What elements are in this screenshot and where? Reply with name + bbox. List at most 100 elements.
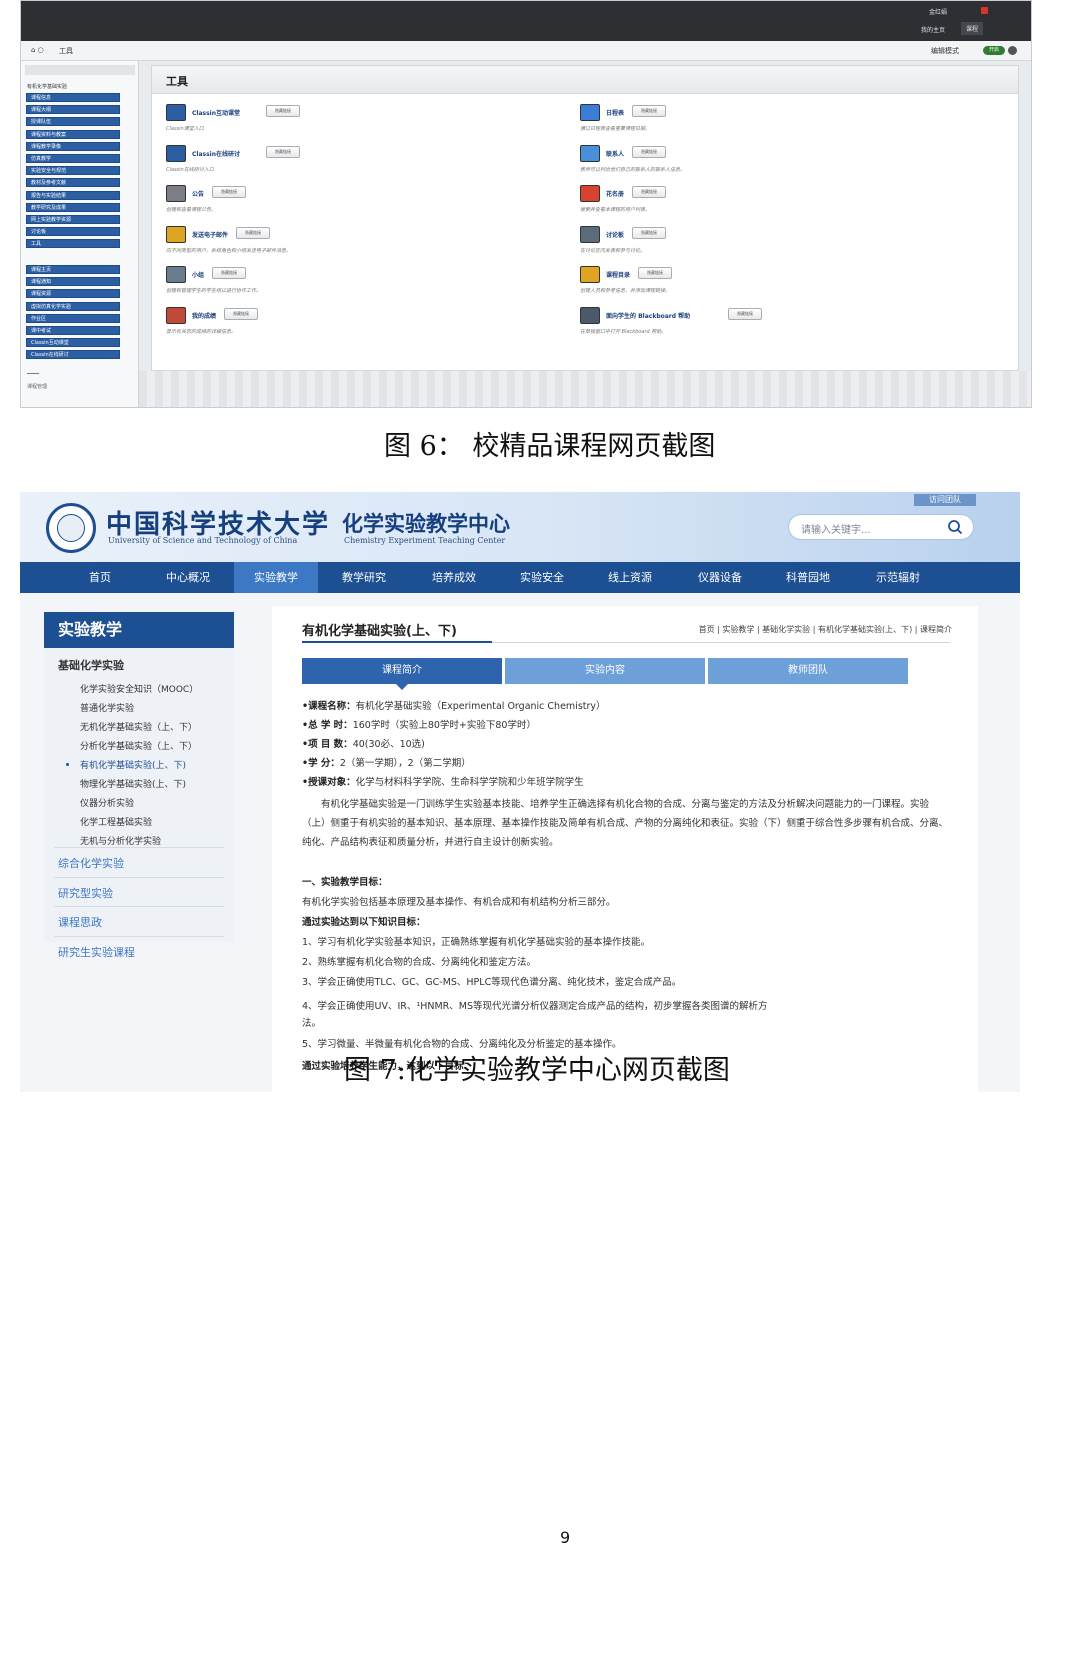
hide-link-button[interactable]: 隐藏链接 bbox=[632, 186, 666, 198]
left-menu-item[interactable]: 分析化学基础实验（上、下） bbox=[80, 739, 197, 752]
knowledge-item: 4、学会正确使用UV、IR、¹HNMR、MS等现代光谱分析仪器测定合成产品的结构… bbox=[302, 1001, 768, 1012]
user-label[interactable]: 金红娟 bbox=[929, 7, 947, 16]
left-menu-item[interactable]: 普通化学实验 bbox=[80, 701, 134, 714]
tool-name-link[interactable]: Classin互动课堂 bbox=[192, 108, 240, 117]
left-menu-section[interactable]: 研究型实验 bbox=[58, 885, 113, 901]
edit-mode-toggle[interactable]: 开启 bbox=[983, 46, 1005, 55]
left-menu-item[interactable]: 化学实验安全知识（MOOC） bbox=[80, 682, 198, 695]
tool-name-link[interactable]: Classin在线研讨 bbox=[192, 149, 240, 158]
tab-2[interactable]: 实验内容 bbox=[505, 658, 705, 684]
hide-link-button[interactable]: 隐藏链接 bbox=[212, 267, 246, 279]
tool-name-link[interactable]: 讨论板 bbox=[606, 230, 624, 239]
tab-my-home[interactable]: 我的主页 bbox=[921, 25, 945, 34]
left-menu-section[interactable]: 课程思政 bbox=[58, 914, 102, 930]
sidebar-item[interactable]: 课程主页 bbox=[26, 265, 120, 274]
nav-item-6[interactable]: 实验安全 bbox=[500, 562, 584, 593]
tool-name-link[interactable]: 小组 bbox=[192, 270, 204, 279]
tab-1[interactable]: 课程简介 bbox=[302, 658, 502, 684]
nav-item-4[interactable]: 教学研究 bbox=[322, 562, 406, 593]
home-icon[interactable]: ⌂ ○ bbox=[31, 46, 44, 54]
tool-icon[interactable] bbox=[580, 266, 600, 283]
left-menu-section[interactable]: 研究生实验课程 bbox=[58, 944, 135, 960]
tool-name-link[interactable]: 日程表 bbox=[606, 108, 624, 117]
tool-icon[interactable] bbox=[166, 266, 186, 283]
hide-link-button[interactable]: 隐藏链接 bbox=[266, 145, 300, 158]
left-menu-subtitle[interactable]: 基础化学实验 bbox=[58, 657, 124, 673]
sidebar-item[interactable]: 讨论板 bbox=[26, 227, 120, 237]
nav-item-9[interactable]: 科普园地 bbox=[766, 562, 850, 593]
sidebar-item[interactable]: 课程大纲 bbox=[26, 105, 120, 115]
sidebar-item[interactable]: 报告与实验结果 bbox=[26, 190, 120, 200]
tool-icon[interactable] bbox=[580, 225, 600, 243]
tool-icon[interactable] bbox=[580, 306, 600, 324]
sidebar-item[interactable]: 教学研究及成果 bbox=[26, 202, 120, 212]
nav-item-7[interactable]: 线上资源 bbox=[588, 562, 672, 593]
sidebar-item[interactable]: 网上实验教学资源 bbox=[26, 215, 120, 224]
sidebar-item[interactable]: 工具 bbox=[26, 239, 120, 249]
tool-name-link[interactable]: 课程目录 bbox=[606, 270, 630, 279]
sidebar-item[interactable]: 课程教学录像 bbox=[26, 141, 120, 151]
sidebar-item[interactable]: Classin在线研讨 bbox=[26, 350, 120, 360]
left-menu-item[interactable]: 化学工程基础实验 bbox=[80, 815, 152, 828]
hide-link-button[interactable]: 隐藏链接 bbox=[236, 226, 270, 239]
search-input[interactable]: 请输入关键字... bbox=[801, 521, 871, 536]
tool-name-link[interactable]: 花名册 bbox=[606, 189, 624, 198]
left-menu-item[interactable]: 物理化学基础实验(上、下) bbox=[80, 777, 186, 790]
sidebar-item[interactable]: 教材及参考文献 bbox=[26, 178, 120, 188]
tool-icon[interactable] bbox=[166, 306, 186, 324]
tool-name-link[interactable]: 面向学生的 Blackboard 帮助 bbox=[606, 311, 690, 320]
sidebar-course-title[interactable]: 有机化学基础实验 bbox=[27, 83, 67, 90]
tool-icon[interactable] bbox=[580, 185, 600, 202]
nav-item-8[interactable]: 仪器设备 bbox=[678, 562, 762, 593]
tab-courses[interactable]: 课程 bbox=[961, 22, 984, 35]
sidebar-item[interactable]: 课程通知 bbox=[26, 277, 120, 287]
sidebar-item[interactable]: 仿真教学 bbox=[26, 154, 120, 163]
tool-icon[interactable] bbox=[166, 104, 186, 121]
nav-item-2[interactable]: 中心概况 bbox=[146, 562, 230, 593]
left-menu-section[interactable]: 综合化学实验 bbox=[58, 855, 124, 871]
notification-badge[interactable] bbox=[981, 7, 988, 14]
left-menu-item[interactable]: 有机化学基础实验(上、下) bbox=[80, 758, 186, 771]
sidebar-course-management[interactable]: 课程管理 bbox=[27, 383, 47, 390]
tool-icon[interactable] bbox=[166, 185, 186, 202]
tool-icon[interactable] bbox=[166, 225, 186, 243]
nav-item-3[interactable]: 实验教学 bbox=[234, 562, 318, 593]
breadcrumb[interactable]: 首页 | 实验教学 | 基础化学实验 | 有机化学基础实验(上、下) | 课程简… bbox=[699, 624, 952, 635]
sidebar-item[interactable]: Classin互动课堂 bbox=[26, 338, 120, 348]
hide-link-button[interactable]: 隐藏链接 bbox=[638, 267, 672, 279]
search-box[interactable]: 请输入关键字... bbox=[788, 514, 974, 540]
tool-name-link[interactable]: 发送电子邮件 bbox=[192, 230, 228, 239]
nav-item-5[interactable]: 培养成效 bbox=[412, 562, 496, 593]
sidebar-item[interactable]: 虚拟仿真化学实验 bbox=[26, 301, 120, 311]
tool-name-link[interactable]: 我的成绩 bbox=[192, 311, 216, 320]
hide-link-button[interactable]: 隐藏链接 bbox=[266, 105, 300, 117]
sidebar-item[interactable]: 课程信息 bbox=[26, 93, 120, 102]
center-name-en: Chemistry Experiment Teaching Center bbox=[344, 536, 506, 545]
hide-link-button[interactable]: 隐藏链接 bbox=[632, 145, 666, 158]
left-menu-item[interactable]: 仪器分析实验 bbox=[80, 796, 134, 809]
visit-team-link[interactable]: 访问团队 bbox=[914, 494, 976, 506]
help-icon[interactable] bbox=[1008, 46, 1017, 55]
tool-icon[interactable] bbox=[580, 104, 600, 121]
hide-link-button[interactable]: 隐藏链接 bbox=[728, 307, 762, 320]
sidebar-item[interactable]: 课中考试 bbox=[26, 326, 120, 335]
tab-3[interactable]: 教师团队 bbox=[708, 658, 908, 684]
left-menu-item[interactable]: 无机与分析化学实验 bbox=[80, 834, 161, 847]
tool-icon[interactable] bbox=[166, 144, 186, 162]
sidebar-item[interactable]: 授课队伍 bbox=[26, 117, 120, 127]
sidebar-item[interactable]: 作业区 bbox=[26, 313, 120, 323]
sidebar-item[interactable]: 课程资料与教案 bbox=[26, 129, 120, 139]
hide-link-button[interactable]: 隐藏链接 bbox=[212, 186, 246, 198]
tool-name-link[interactable]: 公告 bbox=[192, 189, 204, 198]
sidebar-item[interactable]: 实验安全与规范 bbox=[26, 166, 120, 176]
sidebar-item[interactable]: 课程资源 bbox=[26, 289, 120, 299]
left-menu-item[interactable]: 无机化学基础实验（上、下） bbox=[80, 720, 197, 733]
search-icon[interactable] bbox=[947, 519, 963, 535]
tool-name-link[interactable]: 联系人 bbox=[606, 149, 624, 158]
nav-item-10[interactable]: 示范辐射 bbox=[856, 562, 940, 593]
tool-icon[interactable] bbox=[580, 144, 600, 162]
nav-item-1[interactable]: 首页 bbox=[58, 562, 142, 593]
hide-link-button[interactable]: 隐藏链接 bbox=[632, 226, 666, 239]
hide-link-button[interactable]: 隐藏链接 bbox=[632, 105, 666, 117]
hide-link-button[interactable]: 隐藏链接 bbox=[224, 307, 258, 320]
